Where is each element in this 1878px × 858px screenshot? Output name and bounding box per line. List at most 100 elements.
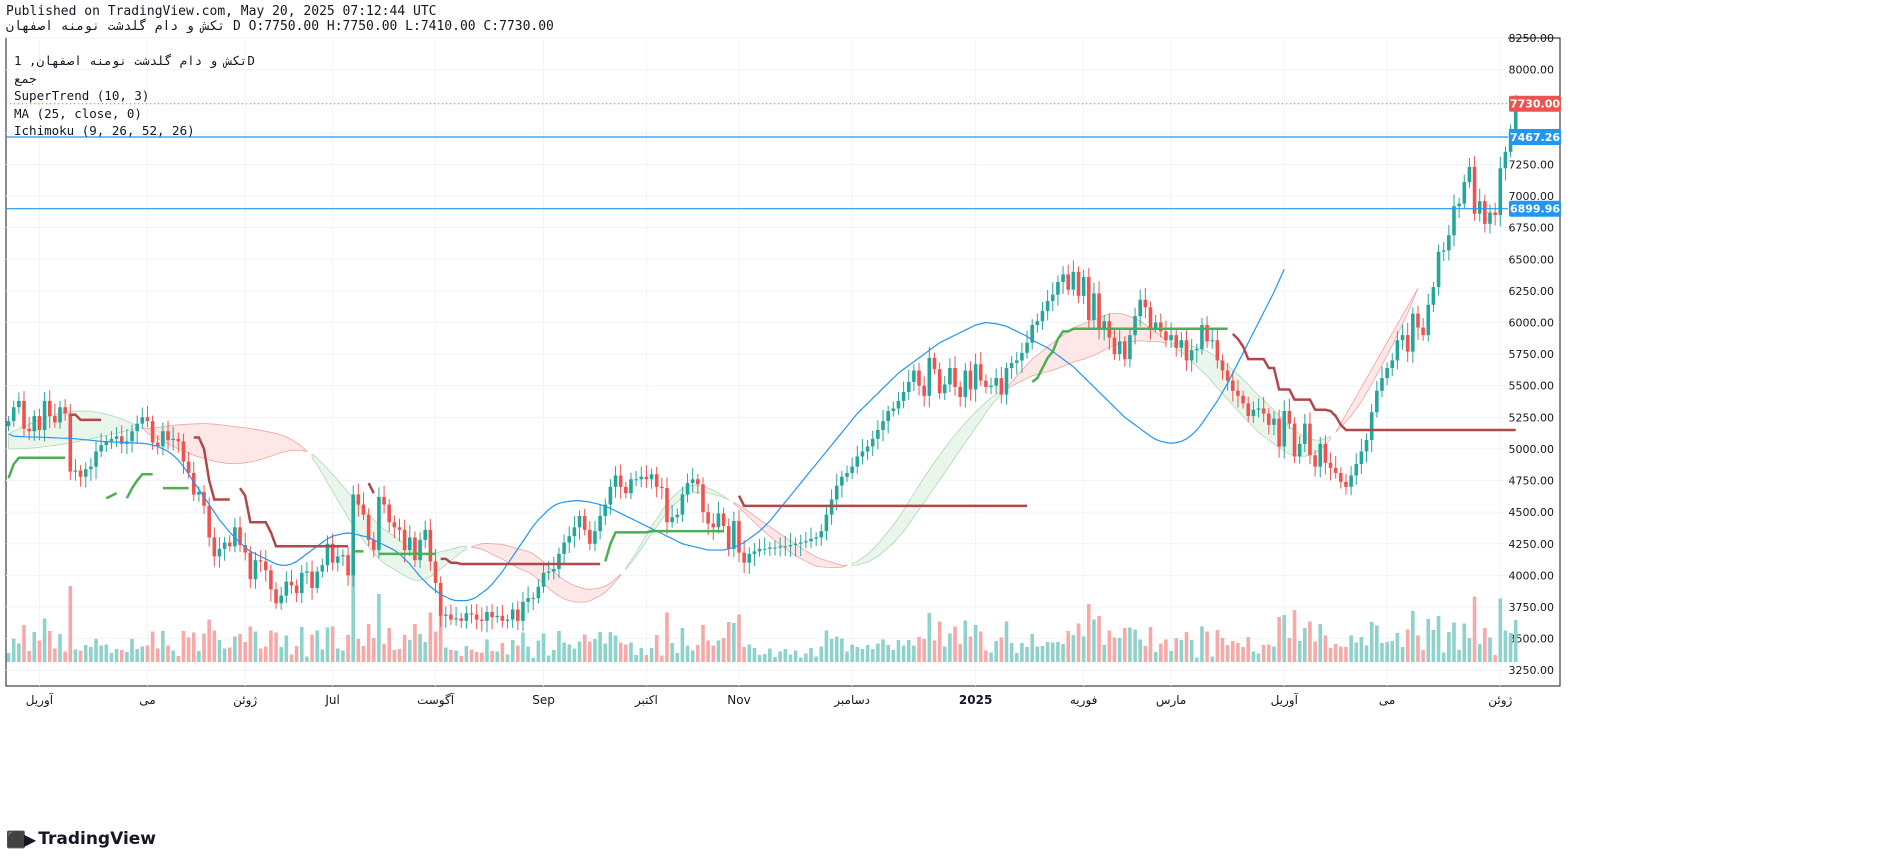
volume-bar: [829, 639, 834, 662]
volume-bar: [1472, 596, 1477, 662]
candle-body: [310, 571, 314, 589]
candle-body: [1246, 403, 1251, 417]
legend-supertrend[interactable]: SuperTrend (10, 3): [14, 87, 255, 105]
candle-body: [1359, 451, 1364, 465]
candle-body: [469, 613, 474, 615]
volume-bar: [1133, 629, 1137, 662]
tradingview-brand[interactable]: ⬛▶ TradingView: [6, 829, 156, 849]
candle-body: [454, 618, 458, 620]
candle-body: [978, 364, 983, 381]
candle-body: [1241, 395, 1245, 404]
volume-bar: [73, 649, 78, 662]
volume-bar: [572, 648, 577, 662]
volume-bar: [1164, 639, 1168, 662]
price-tick-label: 4000.00: [1509, 569, 1555, 582]
volume-bar: [1369, 622, 1374, 662]
time-tick-label: 2025: [959, 693, 992, 707]
candle-body: [552, 569, 556, 572]
volume-bar: [989, 652, 993, 662]
candle-body: [917, 370, 921, 386]
candle-body: [577, 515, 582, 528]
candle-body: [1035, 321, 1040, 326]
candle-body: [17, 400, 21, 408]
price-chart[interactable]: 3250.003500.003750.004000.004250.004500.…: [0, 0, 1878, 858]
candle-body: [1112, 337, 1117, 355]
volume-bar: [891, 650, 896, 662]
candle-body: [531, 598, 536, 600]
candle-body: [1292, 423, 1297, 457]
volume-bar: [675, 653, 680, 662]
volume-bar: [197, 651, 201, 662]
volume-bar: [269, 630, 273, 662]
volume-bar: [1138, 639, 1143, 662]
candle-body: [1009, 362, 1014, 369]
candle-body: [371, 539, 376, 551]
candle-body: [1267, 413, 1271, 425]
volume-bar: [294, 646, 299, 662]
candle-body: [37, 416, 42, 430]
volume-bar: [1405, 629, 1410, 662]
candle-body: [89, 466, 93, 470]
price-tick-label: 3750.00: [1509, 601, 1555, 614]
volume-bar: [243, 642, 247, 662]
candle-body: [768, 547, 772, 549]
volume-bar: [963, 620, 968, 662]
candle-body: [1117, 341, 1122, 355]
volume-bar: [125, 652, 129, 662]
volume-bar: [1297, 641, 1302, 662]
candle-body: [1339, 472, 1343, 482]
price-tick-label: 6500.00: [1509, 253, 1555, 266]
candle-body: [1081, 276, 1086, 296]
candle-body: [1436, 251, 1441, 288]
volume-bar: [953, 626, 957, 662]
volume-bar: [850, 644, 854, 662]
volume-bar: [840, 638, 844, 662]
candle-body: [1189, 350, 1194, 361]
volume-bar: [629, 642, 633, 662]
volume-bar: [155, 648, 160, 662]
candle-body: [315, 571, 320, 589]
volume-bar: [690, 650, 695, 662]
volume-bar: [906, 640, 911, 662]
volume-bar: [341, 650, 345, 662]
volume-bar: [1225, 645, 1230, 662]
volume-bar: [1313, 641, 1317, 662]
volume-bar: [459, 656, 464, 662]
volume-bar: [654, 635, 659, 662]
volume-bar: [89, 647, 93, 662]
candle-body: [1395, 340, 1400, 361]
candle-body: [1477, 201, 1482, 214]
volume-bar: [660, 655, 664, 662]
candle-body: [896, 400, 901, 409]
candle-body: [320, 565, 325, 572]
candle-body: [973, 364, 978, 390]
volume-bar: [1205, 631, 1209, 662]
legend-ma[interactable]: MA (25, close, 0): [14, 105, 255, 123]
volume-bar: [696, 645, 700, 662]
price-tick-label: 8250.00: [1509, 32, 1555, 45]
candle-body: [927, 357, 932, 396]
volume-bar: [1246, 637, 1251, 662]
candle-body: [1056, 282, 1060, 295]
candle-body: [1122, 341, 1127, 360]
volume-bar: [757, 655, 762, 662]
volume-bar: [140, 646, 145, 662]
volume-bar: [1066, 631, 1071, 662]
candle-body: [1375, 390, 1379, 413]
volume-bar: [958, 644, 962, 662]
candle-body: [937, 369, 942, 394]
candle-body: [1225, 370, 1230, 381]
candle-body: [737, 520, 741, 553]
volume-bar: [1220, 638, 1225, 662]
legend-ichimoku[interactable]: Ichimoku (9, 26, 52, 26): [14, 122, 255, 140]
candle-body: [1020, 352, 1024, 361]
candle-body: [845, 472, 849, 477]
volume-bar: [1513, 620, 1518, 662]
candle-body: [1364, 440, 1369, 452]
volume-bar: [32, 632, 37, 662]
volume-bar: [263, 646, 268, 662]
volume-bar: [1200, 626, 1204, 662]
candle-body: [649, 474, 654, 480]
candle-body: [536, 586, 541, 599]
legend-symbol[interactable]: تکش و دام گلدشت نومنه اصفهان, 1D: [14, 52, 255, 70]
